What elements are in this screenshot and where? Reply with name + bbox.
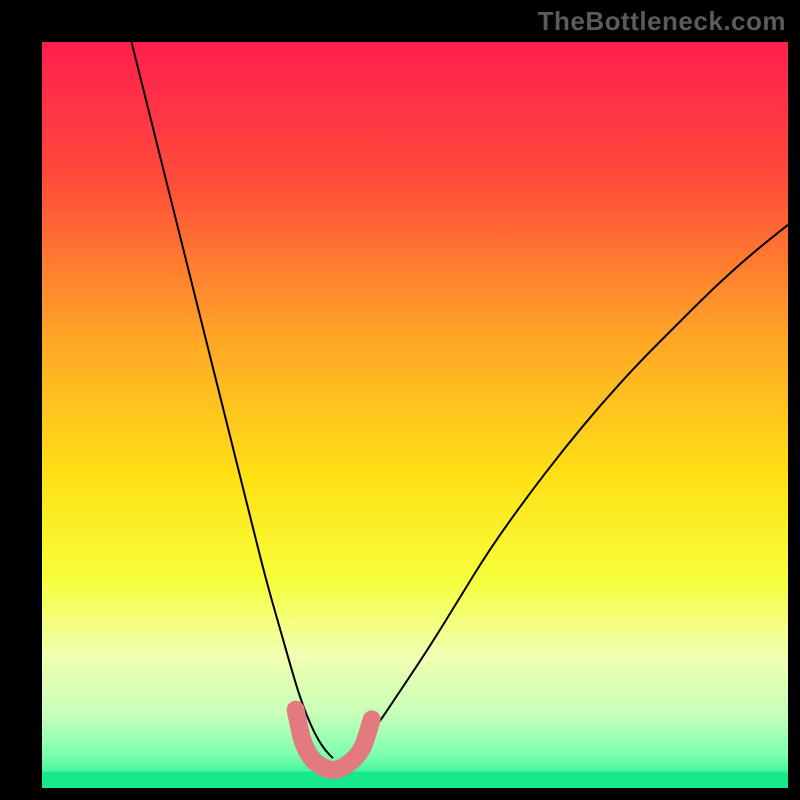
watermark-text: TheBottleneck.com [538, 6, 786, 37]
chart-frame: TheBottleneck.com [0, 0, 800, 800]
right-curve [348, 225, 788, 758]
bottom-marker-band [296, 710, 372, 770]
plot-area [42, 42, 788, 788]
left-curve [132, 42, 333, 758]
curves-layer [42, 42, 788, 788]
